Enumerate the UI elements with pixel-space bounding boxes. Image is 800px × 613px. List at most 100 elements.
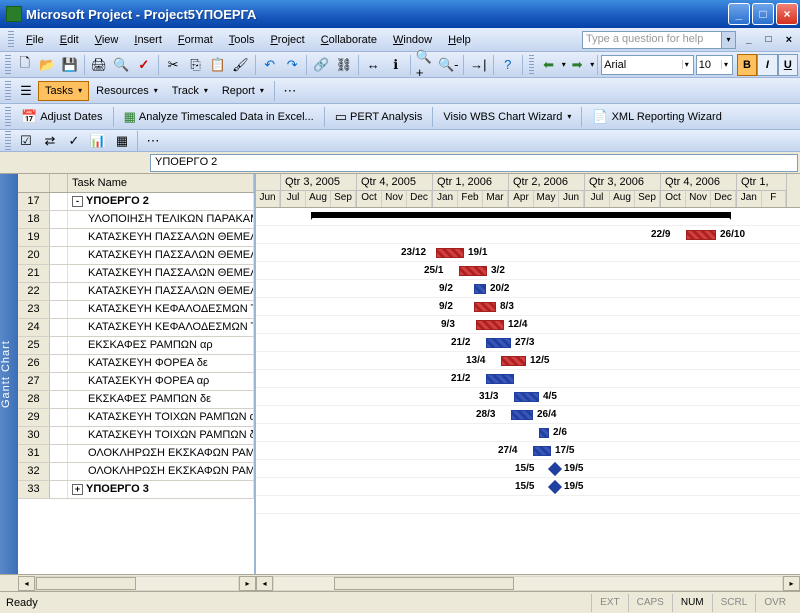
- row-id[interactable]: 24: [18, 319, 50, 336]
- toolbar-grip[interactable]: [8, 31, 14, 49]
- gantt-body[interactable]: 22/926/1023/1219/125/13/29/220/29/28/39/…: [256, 208, 800, 514]
- tracking-btn-2[interactable]: ⇄: [39, 130, 61, 152]
- month-header[interactable]: Jan: [737, 191, 762, 207]
- mdi-max-button[interactable]: □: [762, 34, 776, 45]
- row-id[interactable]: 32: [18, 463, 50, 480]
- row-id[interactable]: 21: [18, 265, 50, 282]
- task-row[interactable]: 21 ΚΑΤΑΣΚΕΥΗ ΠΑΣΣΑΛΩΝ ΘΕΜΕΛ: [18, 265, 254, 283]
- month-header[interactable]: Dec: [407, 191, 432, 207]
- resources-view-button[interactable]: Resources▾: [89, 81, 165, 101]
- minimize-button[interactable]: _: [728, 3, 750, 25]
- italic-button[interactable]: I: [757, 54, 777, 76]
- chevron-down-icon[interactable]: ▾: [590, 60, 594, 69]
- pert-button[interactable]: ▭PERT Analysis: [328, 105, 430, 129]
- month-header[interactable]: Sep: [331, 191, 356, 207]
- outline-toggle[interactable]: +: [72, 484, 83, 495]
- paste-button[interactable]: 📋: [208, 54, 228, 76]
- toolbar-grip[interactable]: [529, 55, 535, 75]
- chevron-down-icon[interactable]: ▾: [562, 60, 566, 69]
- view-side-tab[interactable]: Gantt Chart: [0, 174, 18, 574]
- row-id[interactable]: 30: [18, 427, 50, 444]
- task-row[interactable]: 24ΚΑΤΑΣΚΕΥΗ ΚΕΦΑΛΟΔΕΣΜΩΝ Τ: [18, 319, 254, 337]
- gantt-bar[interactable]: [474, 284, 486, 294]
- nav-fwd-button[interactable]: ➡: [567, 54, 587, 76]
- month-header[interactable]: Jun: [559, 191, 584, 207]
- month-header[interactable]: Jan: [433, 191, 458, 207]
- scroll-left-button[interactable]: ◂: [256, 576, 273, 591]
- entry-field[interactable]: ΥΠΟΕΡΓΟ 2: [150, 154, 798, 172]
- analyze-excel-button[interactable]: ▦Analyze Timescaled Data in Excel...: [117, 105, 321, 129]
- task-name-cell[interactable]: ΚΑΤΑΣΚΕΥΗ ΠΑΣΣΑΛΩΝ ΘΕΜΕΛ: [68, 247, 254, 264]
- task-name-cell[interactable]: -ΥΠΟΕΡΓΟ 2: [68, 193, 254, 210]
- adjust-dates-button[interactable]: 📅Adjust Dates: [14, 105, 110, 129]
- link-button[interactable]: 🔗: [311, 54, 331, 76]
- menu-file[interactable]: File: [18, 31, 52, 49]
- task-row[interactable]: 32ΟΛΟΚΛΗΡΩΣΗ ΕΚΣΚΑΦΩΝ ΡΑΜ: [18, 463, 254, 481]
- task-name-cell[interactable]: ΥΛΟΠΟΙΗΣΗ ΤΕΛΙΚΩΝ ΠΑΡΑΚΑΜ: [68, 211, 254, 228]
- menu-view[interactable]: View: [87, 31, 127, 49]
- task-row[interactable]: 30 ΚΑΤΑΣΚΕΥΗ ΤΟΙΧΩΝ ΡΑΜΠΩΝ δ: [18, 427, 254, 445]
- month-header[interactable]: Oct: [661, 191, 686, 207]
- row-id[interactable]: 26: [18, 355, 50, 372]
- split-button[interactable]: ↔: [363, 54, 383, 76]
- scroll-left-button[interactable]: ◂: [18, 576, 35, 591]
- quarter-header[interactable]: Qtr 3, 2006JulAugSep: [585, 174, 661, 207]
- month-header[interactable]: Jun: [256, 191, 280, 207]
- zoom-in-button[interactable]: 🔍+: [415, 54, 435, 76]
- gantt-chart[interactable]: JunQtr 3, 2005JulAugSepQtr 4, 2005OctNov…: [256, 174, 800, 574]
- month-header[interactable]: Jul: [281, 191, 306, 207]
- gantt-bar[interactable]: [474, 302, 496, 312]
- spell-button[interactable]: ✓: [134, 54, 154, 76]
- gantt-bar[interactable]: [511, 410, 533, 420]
- task-name-cell[interactable]: ΕΚΣΚΑΦΕΣ ΡΑΜΠΩΝ αρ: [68, 337, 254, 354]
- row-id[interactable]: 29: [18, 409, 50, 426]
- help-search-dropdown[interactable]: ▾: [722, 31, 736, 49]
- task-row[interactable]: 26 ΚΑΤΑΣΚΕΥΗ ΦΟΡΕΑ δε: [18, 355, 254, 373]
- task-row[interactable]: 18ΥΛΟΠΟΙΗΣΗ ΤΕΛΙΚΩΝ ΠΑΡΑΚΑΜ: [18, 211, 254, 229]
- gantt-bar[interactable]: [501, 356, 526, 366]
- row-id-header[interactable]: [18, 174, 50, 192]
- print-button[interactable]: 🖨: [89, 54, 109, 76]
- menu-collaborate[interactable]: Collaborate: [313, 31, 385, 49]
- timescale[interactable]: JunQtr 3, 2005JulAugSepQtr 4, 2005OctNov…: [256, 174, 800, 208]
- gantt-bar[interactable]: [514, 392, 539, 402]
- menu-help[interactable]: Help: [440, 31, 479, 49]
- goto-button[interactable]: →|: [468, 54, 488, 76]
- mdi-close-button[interactable]: ×: [782, 34, 796, 46]
- close-button[interactable]: ×: [776, 3, 798, 25]
- quarter-header[interactable]: Qtr 4, 2006OctNovDec: [661, 174, 737, 207]
- tracking-btn-4[interactable]: 📊: [87, 130, 109, 152]
- task-name-cell[interactable]: ΚΑΤΑΣΚΕΥΗ ΠΑΣΣΑΛΩΝ ΘΕΜΕΛ: [68, 229, 254, 246]
- tracking-btn-1[interactable]: ☑: [15, 130, 37, 152]
- save-button[interactable]: 💾: [59, 54, 79, 76]
- menu-insert[interactable]: Insert: [126, 31, 170, 49]
- task-name-cell[interactable]: ΚΑΤΑΣΚΕΥΗ ΤΟΙΧΩΝ ΡΑΜΠΩΝ α: [68, 409, 254, 426]
- month-header[interactable]: Mar: [483, 191, 508, 207]
- gantt-bar[interactable]: [686, 230, 716, 240]
- toolbar-options-button[interactable]: ⋯: [279, 80, 301, 102]
- task-row[interactable]: 19ΚΑΤΑΣΚΕΥΗ ΠΑΣΣΑΛΩΝ ΘΕΜΕΛ: [18, 229, 254, 247]
- task-name-cell[interactable]: ΚΑΤΑΣΚΕΥΗ ΦΟΡΕΑ δε: [68, 355, 254, 372]
- indicator-header[interactable]: [50, 174, 68, 192]
- gantt-bar[interactable]: [486, 374, 514, 384]
- month-header[interactable]: Apr: [509, 191, 534, 207]
- new-button[interactable]: 🗋: [15, 54, 35, 76]
- month-header[interactable]: F: [762, 191, 787, 207]
- month-header[interactable]: Sep: [635, 191, 660, 207]
- task-name-cell[interactable]: ΚΑΤΑΣΚΕΥΗ ΤΟΙΧΩΝ ΡΑΜΠΩΝ δ: [68, 427, 254, 444]
- font-name-combo[interactable]: Arial▾: [601, 55, 694, 75]
- task-name-cell[interactable]: ΚΑΤΑΣΚΕΥΗ ΠΑΣΣΑΛΩΝ ΘΕΜΕΛ: [68, 265, 254, 282]
- gantt-bar[interactable]: [486, 338, 511, 348]
- redo-button[interactable]: ↷: [282, 54, 302, 76]
- menu-window[interactable]: Window: [385, 31, 440, 49]
- month-header[interactable]: Nov: [686, 191, 711, 207]
- month-header[interactable]: Oct: [357, 191, 382, 207]
- task-row[interactable]: 28ΕΚΣΚΑΦΕΣ ΡΑΜΠΩΝ δε: [18, 391, 254, 409]
- scroll-thumb[interactable]: [334, 577, 514, 590]
- tasks-view-button[interactable]: Tasks▾: [38, 81, 89, 101]
- toolbar-grip[interactable]: [5, 107, 11, 127]
- bold-button[interactable]: B: [737, 54, 757, 76]
- task-name-cell[interactable]: ΚΑΤΑΣΚΕΥΗ ΠΑΣΣΑΛΩΝ ΘΕΜΕΛ: [68, 283, 254, 300]
- task-name-cell[interactable]: +ΥΠΟΕΡΓΟ 3: [68, 481, 254, 498]
- row-id[interactable]: 28: [18, 391, 50, 408]
